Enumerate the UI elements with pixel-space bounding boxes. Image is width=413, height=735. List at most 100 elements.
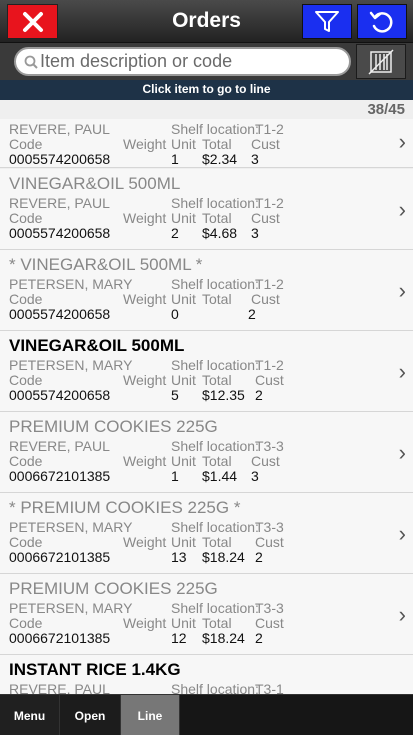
total-label: Total (202, 291, 232, 307)
refresh-button[interactable] (357, 4, 407, 39)
item-total: $4.68 (202, 225, 238, 241)
shelf-location: T1-2 (255, 195, 284, 211)
cust-label: Cust (255, 372, 284, 388)
weight-label: Weight (123, 210, 167, 226)
search-input[interactable] (40, 51, 340, 72)
item-name: PREMIUM COOKIES 225G (9, 579, 218, 598)
item-unit: 1 (171, 151, 179, 167)
total-label: Total (202, 136, 232, 152)
list-item[interactable]: * PREMIUM COOKIES 225G * PETERSEN, MARY … (0, 493, 413, 574)
search-bar (0, 43, 413, 80)
unit-label: Unit (171, 210, 196, 226)
item-total: $2.34 (202, 151, 238, 167)
code-label: Code (9, 136, 43, 152)
shelf-label: Shelf location: (171, 681, 259, 694)
customer-name: REVERE, PAUL (9, 681, 110, 694)
chevron-right-icon: › (398, 129, 406, 154)
weight-label: Weight (123, 534, 167, 550)
code-label: Code (9, 615, 43, 631)
list-item[interactable]: PREMIUM COOKIES 225G REVERE, PAUL Shelf … (0, 412, 413, 493)
shelf-location: T1-2 (255, 276, 284, 292)
item-name: PREMIUM COOKIES 225G (9, 417, 218, 436)
tab-open[interactable]: Open (60, 695, 121, 735)
filter-button[interactable] (302, 4, 352, 39)
list-item[interactable]: REVERE, PAUL Shelf location: T1-2 Code W… (0, 119, 413, 168)
code-label: Code (9, 534, 43, 550)
cust-label: Cust (251, 291, 280, 307)
cust-label: Cust (251, 136, 280, 152)
scan-icon (368, 48, 394, 75)
item-cust: 3 (251, 225, 259, 241)
item-name: INSTANT RICE 1.4KG (9, 660, 181, 679)
list-item[interactable]: * VINEGAR&OIL 500ML * PETERSEN, MARY She… (0, 250, 413, 331)
tab-menu[interactable]: Menu (0, 695, 60, 735)
item-name: VINEGAR&OIL 500ML (9, 336, 185, 355)
code-label: Code (9, 372, 43, 388)
item-unit: 13 (171, 549, 187, 565)
item-code: 0006672101385 (9, 549, 111, 565)
item-cust: 3 (251, 151, 259, 167)
total-label: Total (202, 615, 232, 631)
item-code: 0005574200658 (9, 306, 111, 322)
item-total: $1.44 (202, 468, 238, 484)
code-label: Code (9, 291, 43, 307)
weight-label: Weight (123, 372, 167, 388)
shelf-location: T3-3 (255, 438, 284, 454)
weight-label: Weight (123, 453, 167, 469)
search-box (14, 47, 351, 76)
shelf-label: Shelf location: (171, 438, 259, 454)
hint-bar: Click item to go to line (0, 80, 413, 100)
cust-label: Cust (251, 210, 280, 226)
line-counter: 38/45 (367, 101, 405, 118)
item-unit: 0 (171, 306, 179, 322)
total-label: Total (202, 534, 232, 550)
chevron-right-icon: › (398, 440, 406, 465)
list-item[interactable]: VINEGAR&OIL 500ML PETERSEN, MARY Shelf l… (0, 331, 413, 412)
customer-name: PETERSEN, MARY (9, 600, 133, 616)
shelf-location: T3-3 (255, 600, 284, 616)
unit-label: Unit (171, 453, 196, 469)
weight-label: Weight (123, 136, 167, 152)
shelf-label: Shelf location: (171, 121, 259, 137)
item-cust: 2 (255, 549, 263, 565)
unit-label: Unit (171, 615, 196, 631)
shelf-location: T1-2 (255, 357, 284, 373)
item-cust: 3 (251, 468, 259, 484)
refresh-icon (369, 11, 393, 33)
bottom-tab-bar: Menu Open Line (0, 694, 413, 735)
total-label: Total (202, 453, 232, 469)
shelf-location: T1-2 (255, 121, 284, 137)
chevron-right-icon: › (398, 359, 406, 384)
shelf-label: Shelf location: (171, 600, 259, 616)
unit-label: Unit (171, 534, 196, 550)
top-bar: Orders (0, 0, 413, 43)
scan-button[interactable] (356, 44, 406, 79)
unit-label: Unit (171, 372, 196, 388)
close-icon (22, 11, 43, 32)
chevron-right-icon: › (398, 602, 406, 627)
weight-label: Weight (123, 615, 167, 631)
item-total: $18.24 (202, 630, 245, 646)
shelf-label: Shelf location: (171, 195, 259, 211)
item-name: VINEGAR&OIL 500ML (9, 174, 181, 193)
close-button[interactable] (7, 4, 58, 39)
cust-label: Cust (251, 453, 280, 469)
total-label: Total (202, 372, 232, 388)
shelf-label: Shelf location: (171, 276, 259, 292)
search-icon (24, 55, 38, 69)
list-item[interactable]: INSTANT RICE 1.4KG REVERE, PAUL Shelf lo… (0, 655, 413, 694)
cust-label: Cust (255, 534, 284, 550)
customer-name: PETERSEN, MARY (9, 357, 133, 373)
item-code: 0006672101385 (9, 468, 111, 484)
customer-name: PETERSEN, MARY (9, 276, 133, 292)
page-title: Orders (172, 9, 241, 32)
customer-name: REVERE, PAUL (9, 121, 110, 137)
customer-name: REVERE, PAUL (9, 195, 110, 211)
list-item[interactable]: PREMIUM COOKIES 225G PETERSEN, MARY Shel… (0, 574, 413, 655)
item-code: 0005574200658 (9, 151, 111, 167)
item-total: $12.35 (202, 387, 245, 403)
list-item[interactable]: VINEGAR&OIL 500ML REVERE, PAUL Shelf loc… (0, 169, 413, 250)
item-unit: 2 (171, 225, 179, 241)
item-code: 0005574200658 (9, 225, 111, 241)
tab-line[interactable]: Line (121, 695, 180, 735)
